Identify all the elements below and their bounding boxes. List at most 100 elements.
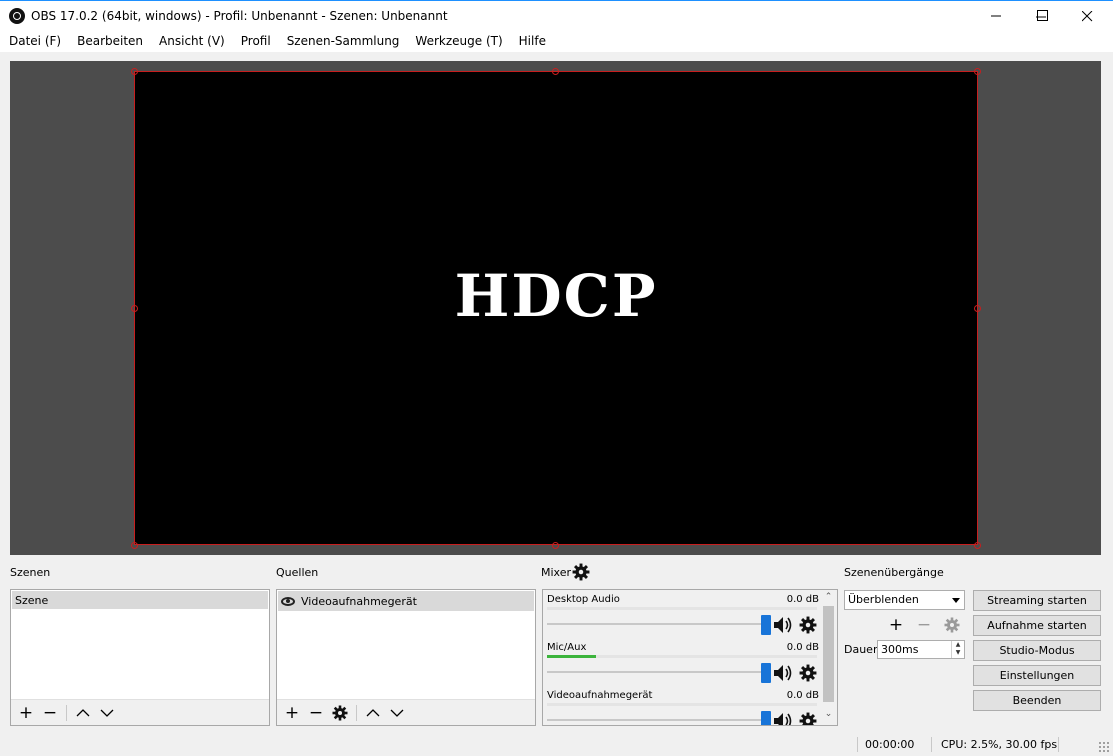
status-divider — [1058, 737, 1059, 752]
gear-icon — [572, 563, 590, 581]
volume-slider-knob[interactable] — [761, 615, 771, 635]
exit-button[interactable]: Beenden — [973, 690, 1101, 711]
mixer-panel: Desktop Audio 0.0 dB Mic/Aux 0.0 dB Vide… — [542, 589, 838, 726]
plus-icon: + — [18, 702, 34, 723]
resize-handle-bottom[interactable] — [552, 542, 559, 549]
mixer-channel-name: Videoaufnahmegerät — [547, 690, 653, 701]
sources-list[interactable]: Videoaufnahmegerät + − — [276, 589, 536, 726]
mixer-channel-mic-aux: Mic/Aux 0.0 dB — [547, 642, 819, 690]
preview-area[interactable]: HDCP — [10, 61, 1101, 555]
close-button[interactable] — [1064, 1, 1110, 31]
source-item-label: Videoaufnahmegerät — [301, 594, 417, 608]
source-item[interactable]: Videoaufnahmegerät — [278, 591, 534, 611]
minimize-button-area[interactable] — [973, 0, 1019, 30]
volume-slider[interactable] — [547, 719, 765, 721]
menu-bearbeiten[interactable]: Bearbeiten — [77, 34, 143, 48]
chevron-up-icon — [366, 708, 380, 716]
speaker-icon[interactable] — [773, 616, 793, 634]
dropdown-arrow-icon — [952, 598, 960, 603]
obs-logo-icon — [9, 7, 25, 24]
volume-meter — [547, 655, 817, 658]
scroll-down-arrow-icon[interactable]: ⌄ — [820, 709, 837, 723]
resize-handle-left[interactable] — [131, 305, 138, 312]
gear-icon[interactable] — [799, 712, 817, 726]
resize-handle-bottom-right[interactable] — [974, 542, 981, 549]
speaker-icon[interactable] — [773, 664, 793, 682]
move-scene-up-button[interactable] — [73, 703, 93, 723]
menu-hilfe[interactable]: Hilfe — [519, 34, 546, 48]
move-source-up-button[interactable] — [363, 703, 383, 723]
menu-szenen-sammlung[interactable]: Szenen-Sammlung — [287, 34, 400, 48]
preview-canvas[interactable]: HDCP — [134, 71, 978, 545]
mixer-channel-name: Mic/Aux — [547, 642, 587, 653]
plus-icon: + — [888, 615, 904, 635]
menu-profil[interactable]: Profil — [241, 34, 271, 48]
menu-werkzeuge[interactable]: Werkzeuge (T) — [415, 34, 502, 48]
resize-grip-icon[interactable] — [1098, 741, 1110, 753]
duration-spinbox[interactable]: 300ms ▲ ▼ — [877, 640, 965, 659]
mixer-channel-db: 0.0 dB — [786, 690, 819, 701]
scroll-up-arrow-icon[interactable]: ⌃ — [820, 592, 837, 606]
meter-level — [547, 655, 596, 658]
window-title: OBS 17.0.2 (64bit, windows) - Profil: Un… — [31, 8, 448, 23]
scene-item-label: Szene — [15, 593, 49, 607]
move-source-down-button[interactable] — [387, 703, 407, 723]
mixer-channel-desktop-audio: Desktop Audio 0.0 dB — [547, 594, 819, 642]
add-source-button[interactable]: + — [282, 703, 302, 723]
volume-slider[interactable] — [547, 671, 765, 673]
transition-selected-value: Überblenden — [848, 593, 919, 606]
toolbar-divider — [356, 704, 357, 721]
duration-value: 300ms — [881, 643, 919, 656]
mixer-channel-db: 0.0 dB — [786, 642, 819, 653]
add-scene-button[interactable]: + — [16, 703, 36, 723]
scene-item[interactable]: Szene — [12, 591, 268, 609]
remove-scene-button[interactable]: − — [40, 703, 60, 723]
gear-icon[interactable] — [799, 664, 817, 682]
resize-handle-right[interactable] — [974, 305, 981, 312]
transition-toolbar: + − — [886, 615, 962, 635]
transition-properties-button[interactable] — [942, 615, 962, 635]
resize-handle-bottom-left[interactable] — [131, 542, 138, 549]
close-icon — [1081, 10, 1092, 21]
add-transition-button[interactable]: + — [886, 615, 906, 635]
hdcp-text: HDCP — [454, 262, 658, 330]
transitions-label: Szenenübergänge — [844, 566, 944, 579]
gear-icon — [332, 705, 348, 720]
spin-arrows-icon[interactable]: ▲ ▼ — [951, 641, 964, 658]
volume-slider-knob[interactable] — [761, 711, 771, 725]
mixer-scrollbar[interactable]: ⌃ ⌄ — [820, 590, 837, 725]
source-properties-button[interactable] — [330, 703, 350, 723]
volume-slider-knob[interactable] — [761, 663, 771, 683]
maximize-button[interactable] — [1019, 0, 1065, 30]
scenes-list[interactable]: Szene + − — [10, 589, 270, 726]
speaker-icon[interactable] — [773, 712, 793, 726]
duration-label: Dauer — [844, 643, 878, 656]
eye-icon[interactable] — [281, 596, 295, 606]
sources-label: Quellen — [276, 566, 319, 579]
remove-source-button[interactable]: − — [306, 703, 326, 723]
resize-handle-top-right[interactable] — [974, 68, 981, 75]
settings-button[interactable]: Einstellungen — [973, 665, 1101, 686]
status-divider — [931, 737, 932, 752]
menu-ansicht[interactable]: Ansicht (V) — [159, 34, 225, 48]
resize-handle-top[interactable] — [552, 68, 559, 75]
mixer-settings-button[interactable] — [572, 563, 590, 581]
volume-slider[interactable] — [547, 623, 765, 625]
scrollbar-thumb[interactable] — [823, 606, 834, 702]
gear-icon[interactable] — [799, 616, 817, 634]
studio-mode-button[interactable]: Studio-Modus — [973, 640, 1101, 661]
chevron-up-icon — [76, 708, 90, 716]
gear-icon — [944, 617, 960, 633]
mixer-channel-videoaufnahmegeraet: Videoaufnahmegerät 0.0 dB — [547, 690, 819, 726]
remove-transition-button[interactable]: − — [914, 615, 934, 635]
move-scene-down-button[interactable] — [97, 703, 117, 723]
resize-handle-top-left[interactable] — [131, 68, 138, 75]
volume-meter — [547, 703, 817, 706]
mixer-channel-name: Desktop Audio — [547, 594, 620, 605]
plus-icon: + — [284, 702, 300, 723]
start-streaming-button[interactable]: Streaming starten — [973, 590, 1101, 611]
menu-datei[interactable]: Datei (F) — [9, 34, 61, 48]
start-recording-button[interactable]: Aufnahme starten — [973, 615, 1101, 636]
transition-select[interactable]: Überblenden — [844, 590, 965, 610]
mixer-label: Mixer — [541, 566, 572, 579]
